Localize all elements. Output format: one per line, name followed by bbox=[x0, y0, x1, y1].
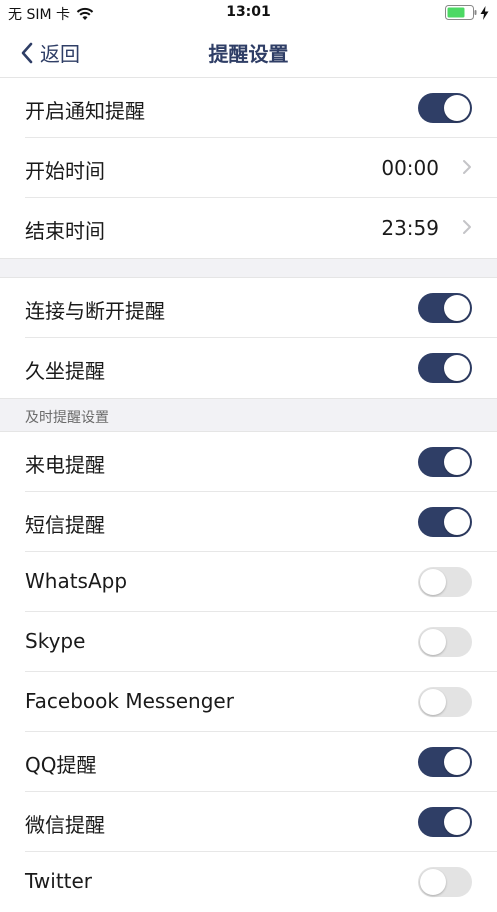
toggle-knob bbox=[420, 869, 446, 895]
row-enable-notifications: 开启通知提醒 bbox=[0, 78, 497, 138]
chevron-right-icon bbox=[463, 220, 471, 234]
toggle-knob bbox=[444, 749, 470, 775]
row-end-time[interactable]: 结束时间 23:59 bbox=[0, 198, 497, 258]
row-label: 微信提醒 bbox=[25, 813, 105, 837]
row-label: 开启通知提醒 bbox=[25, 99, 145, 123]
qq-toggle[interactable] bbox=[418, 747, 472, 777]
toggle-knob bbox=[420, 629, 446, 655]
row-skype: Skype bbox=[0, 612, 497, 672]
row-sedentary: 久坐提醒 bbox=[0, 338, 497, 398]
nav-bar: 返回 提醒设置 bbox=[0, 26, 497, 78]
connect-disconnect-toggle[interactable] bbox=[418, 293, 472, 323]
page-title: 提醒设置 bbox=[208, 42, 289, 66]
toggle-knob bbox=[420, 689, 446, 715]
row-label: 久坐提醒 bbox=[25, 359, 105, 383]
row-qq: QQ提醒 bbox=[0, 732, 497, 792]
charging-bolt-icon bbox=[480, 5, 489, 20]
toggle-knob bbox=[444, 509, 470, 535]
row-label: 连接与断开提醒 bbox=[25, 299, 165, 323]
row-call: 来电提醒 bbox=[0, 432, 497, 492]
end-time-value: 23:59 bbox=[381, 216, 439, 240]
status-right bbox=[445, 5, 489, 20]
enable-notifications-toggle[interactable] bbox=[418, 93, 472, 123]
sedentary-toggle[interactable] bbox=[418, 353, 472, 383]
settings-list: 开启通知提醒 开始时间 00:00 结束时间 23:59 连接与断开提醒 久坐提… bbox=[0, 78, 497, 912]
row-label: Skype bbox=[25, 629, 86, 653]
row-twitter: Twitter bbox=[0, 852, 497, 912]
row-whatsapp: WhatsApp bbox=[0, 552, 497, 612]
row-facebook-messenger: Facebook Messenger bbox=[0, 672, 497, 732]
row-label: QQ提醒 bbox=[25, 753, 97, 777]
whatsapp-toggle[interactable] bbox=[418, 567, 472, 597]
row-label: Facebook Messenger bbox=[25, 689, 234, 713]
status-bar: 无 SIM 卡 13:01 bbox=[0, 0, 497, 26]
row-label: 短信提醒 bbox=[25, 513, 105, 537]
row-wechat: 微信提醒 bbox=[0, 792, 497, 852]
row-sms: 短信提醒 bbox=[0, 492, 497, 552]
battery-icon bbox=[445, 5, 477, 20]
section-gap bbox=[0, 258, 497, 278]
start-time-value: 00:00 bbox=[381, 156, 439, 180]
twitter-toggle[interactable] bbox=[418, 867, 472, 897]
wechat-toggle[interactable] bbox=[418, 807, 472, 837]
row-label: WhatsApp bbox=[25, 569, 128, 593]
chevron-right-icon bbox=[463, 160, 471, 174]
row-start-time[interactable]: 开始时间 00:00 bbox=[0, 138, 497, 198]
row-label: 来电提醒 bbox=[25, 453, 105, 477]
toggle-knob bbox=[444, 95, 470, 121]
section-header: 及时提醒设置 bbox=[0, 398, 497, 432]
toggle-knob bbox=[444, 295, 470, 321]
row-connect-disconnect: 连接与断开提醒 bbox=[0, 278, 497, 338]
toggle-knob bbox=[444, 809, 470, 835]
toggle-knob bbox=[420, 569, 446, 595]
row-label: Twitter bbox=[25, 869, 93, 893]
row-label: 结束时间 bbox=[25, 219, 105, 243]
toggle-knob bbox=[444, 449, 470, 475]
skype-toggle[interactable] bbox=[418, 627, 472, 657]
facebook-messenger-toggle[interactable] bbox=[418, 687, 472, 717]
status-time: 13:01 bbox=[226, 4, 271, 20]
call-toggle[interactable] bbox=[418, 447, 472, 477]
sms-toggle[interactable] bbox=[418, 507, 472, 537]
row-label: 开始时间 bbox=[25, 159, 105, 183]
section-header-label: 及时提醒设置 bbox=[25, 410, 109, 426]
toggle-knob bbox=[444, 355, 470, 381]
